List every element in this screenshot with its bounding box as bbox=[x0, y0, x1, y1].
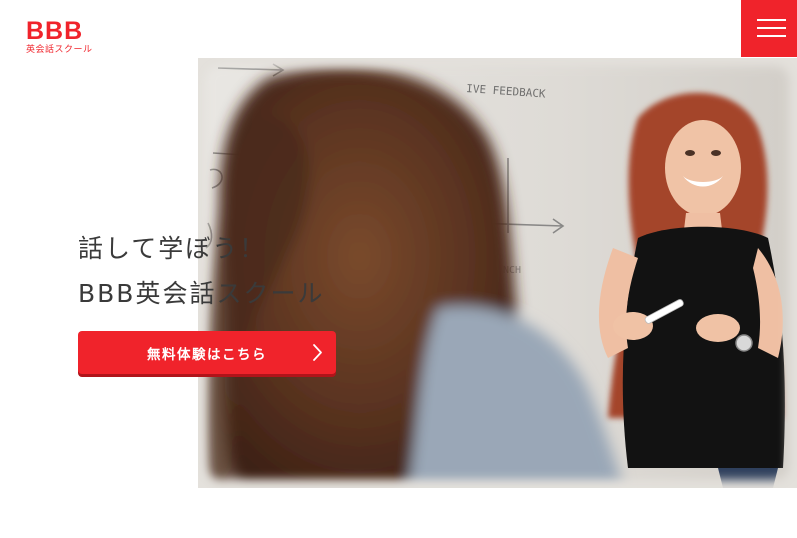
hamburger-menu-icon bbox=[757, 27, 786, 29]
free-trial-button[interactable]: 無料体験はこちら bbox=[78, 331, 336, 374]
logo-subtitle: 英会話スクール bbox=[26, 45, 93, 55]
hamburger-menu-icon bbox=[757, 19, 786, 21]
chevron-right-icon bbox=[313, 344, 322, 361]
hamburger-menu-button[interactable] bbox=[741, 0, 797, 57]
hero-heading-line1: 話して学ぼう！ bbox=[78, 234, 267, 263]
logo-wordmark: BBB bbox=[26, 17, 84, 45]
hamburger-menu-icon bbox=[757, 35, 786, 37]
hero-heading: 話して学ぼう！ BBB英会話スクール bbox=[78, 226, 324, 316]
hero-heading-line2: BBB英会話スクール bbox=[78, 279, 325, 308]
free-trial-button-label: 無料体験はこちら bbox=[147, 347, 267, 363]
site-logo[interactable]: BBB 英会話スクール bbox=[26, 18, 93, 56]
